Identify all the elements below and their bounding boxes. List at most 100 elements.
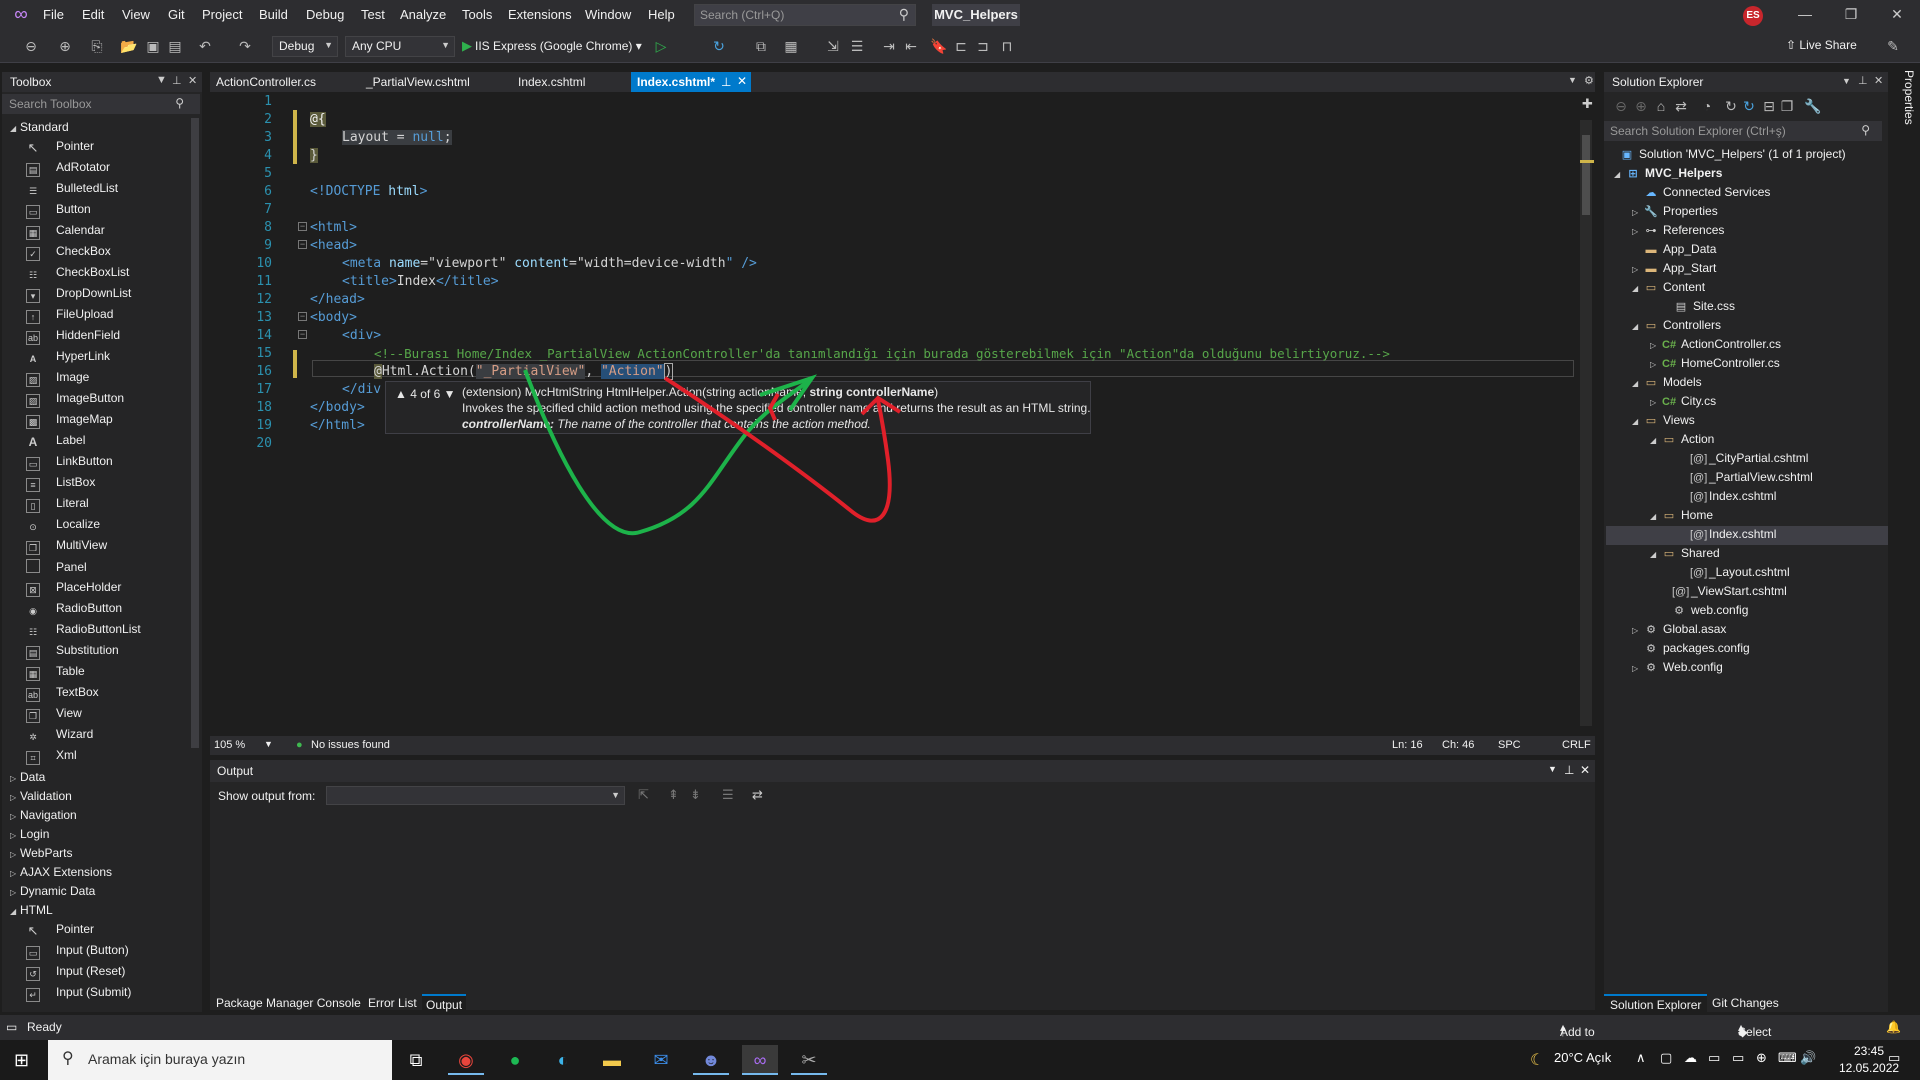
clear-all-icon[interactable]: ☰ (722, 787, 734, 803)
editor-scroll-thumb[interactable] (1582, 135, 1590, 215)
menu-help[interactable]: Help (648, 7, 675, 22)
menu-extensions[interactable]: Extensions (508, 7, 572, 22)
chrome-icon[interactable]: ◉ (448, 1045, 484, 1075)
indent-mode[interactable]: SPC (1498, 739, 1521, 751)
toolbox-item[interactable]: ◉ RadioButton (26, 601, 122, 622)
toolbox-category-ajax[interactable]: ▷ AJAX Extensions (10, 865, 112, 879)
close-icon[interactable]: ✕ (1580, 763, 1590, 777)
tree-item[interactable]: [@] Index.cshtml (1690, 489, 1776, 503)
tab-package-manager-console[interactable]: Package Manager Console (212, 994, 365, 1013)
pin-icon[interactable]: ⊥ (1858, 74, 1868, 87)
weather-text[interactable]: 20°C Açık (1554, 1050, 1611, 1065)
menu-analyze[interactable]: Analyze (400, 7, 446, 22)
solution-configuration-select[interactable]: Debug ▼ (272, 36, 338, 57)
save-all-icon[interactable]: ▤ (166, 37, 184, 55)
menu-git[interactable]: Git (168, 7, 185, 22)
visual-studio-icon[interactable]: ∞ (742, 1045, 778, 1075)
taskbar-search-input[interactable]: ⚲ Aramak için buraya yazın (48, 1040, 392, 1080)
toolbox-item[interactable]: ☰ BulletedList (26, 181, 118, 202)
window-position-icon[interactable]: ▼ (1548, 764, 1557, 774)
toolbox-item[interactable]: ⊙ Localize (26, 517, 100, 538)
toolbox-item[interactable]: ▾ DropDownList (26, 286, 131, 307)
volume-icon[interactable]: 🔊 (1800, 1050, 1816, 1066)
project-node[interactable]: ◢ ⊞ MVC_Helpers (1614, 166, 1722, 180)
toolbox-item[interactable]: ▨ Image (26, 370, 89, 391)
toolbox-item[interactable]: ▯ Literal (26, 496, 89, 517)
layout-icon[interactable]: ▦ (782, 37, 800, 55)
tree-item[interactable]: ◢ ▭ Content (1632, 280, 1705, 294)
toolbox-item[interactable]: ab TextBox (26, 685, 99, 706)
sync-icon[interactable]: ↻ (1722, 97, 1740, 115)
redo-icon[interactable]: ↷ (236, 37, 254, 55)
tree-item[interactable]: ◢ ▭ Views (1632, 413, 1695, 427)
toolbox-item[interactable]: ↵ Input (Submit) (26, 985, 131, 1006)
solution-node[interactable]: ▣ Solution 'MVC_Helpers' (1 of 1 project) (1620, 147, 1846, 161)
switch-views-icon[interactable]: ⇄ (1672, 97, 1690, 115)
issues-status[interactable]: No issues found (311, 739, 390, 751)
pin-icon[interactable]: ⊥ (721, 75, 731, 89)
fold-toggle-icon[interactable]: − (298, 312, 307, 321)
fold-toggle-icon[interactable]: − (298, 222, 307, 231)
toolbox-item[interactable]: ▦ Calendar (26, 223, 105, 244)
toolbox-item[interactable]: ❐ View (26, 706, 82, 727)
tab-overflow-icon[interactable]: ▼ (1568, 75, 1577, 85)
tab-git-changes[interactable]: Git Changes (1706, 994, 1785, 1013)
tree-item[interactable]: ▬ App_Data (1644, 242, 1717, 256)
meet-now-icon[interactable]: ▢ (1660, 1050, 1672, 1066)
menu-window[interactable]: Window (585, 7, 631, 22)
pin-icon[interactable]: ⊥ (172, 74, 182, 87)
output-status-icon[interactable]: ▭ (6, 1020, 17, 1034)
window-position-icon[interactable]: ▼ (1842, 76, 1851, 86)
collapse-all-icon[interactable]: ⊟ (1760, 97, 1778, 115)
gear-icon[interactable]: ⚙ (1584, 74, 1594, 87)
display-icon[interactable]: ▭ (1708, 1050, 1720, 1066)
tree-item[interactable]: ◢ ▭ Models (1632, 375, 1702, 389)
tab-partial-view[interactable]: _PartialView.cshtml (360, 72, 476, 92)
live-share-button[interactable]: ⇧ Live Share (1786, 38, 1857, 52)
toolbox-item[interactable]: ▭ LinkButton (26, 454, 113, 475)
toolbox-item[interactable]: ▭ Button (26, 202, 91, 223)
close-icon[interactable]: ✕ (188, 74, 197, 87)
notifications-icon[interactable]: 🔔 (1886, 1020, 1901, 1034)
toolbox-item[interactable]: ▨ ImageButton (26, 391, 124, 412)
toolbox-item[interactable]: ↑ FileUpload (26, 307, 113, 328)
comment-icon[interactable]: ☰ (848, 37, 866, 55)
tab-index-modified[interactable]: Index.cshtml* ⊥ ✕ (631, 72, 751, 92)
tab-output[interactable]: Output (422, 994, 467, 1013)
menu-project[interactable]: Project (202, 7, 242, 22)
snipping-tool-icon[interactable]: ✂ (791, 1045, 827, 1075)
discord-icon[interactable]: ☻ (693, 1045, 729, 1075)
network-icon[interactable]: ⊕ (1756, 1050, 1767, 1066)
tree-item[interactable]: ☁ Connected Services (1644, 185, 1771, 199)
properties-side-tab[interactable]: Properties (1894, 70, 1916, 130)
find-message-icon[interactable]: ⇱ (638, 787, 649, 803)
menu-tools[interactable]: Tools (462, 7, 492, 22)
onedrive-icon[interactable]: ☁ (1684, 1050, 1697, 1066)
toolbox-scrollbar[interactable] (191, 118, 199, 748)
tree-item[interactable]: ▷ C# City.cs (1650, 394, 1716, 408)
menu-build[interactable]: Build (259, 7, 288, 22)
window-position-icon[interactable]: ▼ (156, 74, 167, 86)
toolbox-item[interactable]: ▤ Substitution (26, 643, 119, 664)
spotify-icon[interactable]: ● (497, 1045, 533, 1075)
pending-changes-filter-icon[interactable]: ◔ (1698, 97, 1716, 115)
toolbox-item[interactable]: A HyperLink (26, 349, 110, 370)
fold-toggle-icon[interactable]: − (298, 240, 307, 249)
tree-item[interactable]: ▤ Site.css (1674, 299, 1735, 313)
tree-item[interactable]: [@] _PartialView.cshtml (1690, 470, 1813, 484)
toolbox-item[interactable]: ✲ Wizard (26, 727, 93, 748)
menu-test[interactable]: Test (361, 7, 385, 22)
toolbox-category-data[interactable]: ▷ Data (10, 770, 45, 784)
tree-item[interactable]: ◢ ▭ Shared (1650, 546, 1720, 560)
feedback-icon[interactable]: ✎ (1884, 37, 1902, 55)
minimize-icon[interactable]: — (1790, 6, 1820, 22)
toolbox-category-login[interactable]: ▷ Login (10, 827, 49, 841)
start-without-debugging-icon[interactable]: ▷ (652, 37, 670, 55)
file-explorer-icon[interactable]: ▬ (594, 1045, 630, 1075)
fold-toggle-icon[interactable]: − (298, 330, 307, 339)
toolbox-item[interactable]: ≡ ListBox (26, 475, 95, 496)
tree-item[interactable]: [@] _Layout.cshtml (1690, 565, 1790, 579)
select-repository-button[interactable]: ◆ Select Repository ▴ (1738, 1020, 1795, 1053)
split-editor-icon[interactable]: ✚ (1582, 96, 1593, 112)
toolbox-category-validation[interactable]: ▷ Validation (10, 789, 72, 803)
